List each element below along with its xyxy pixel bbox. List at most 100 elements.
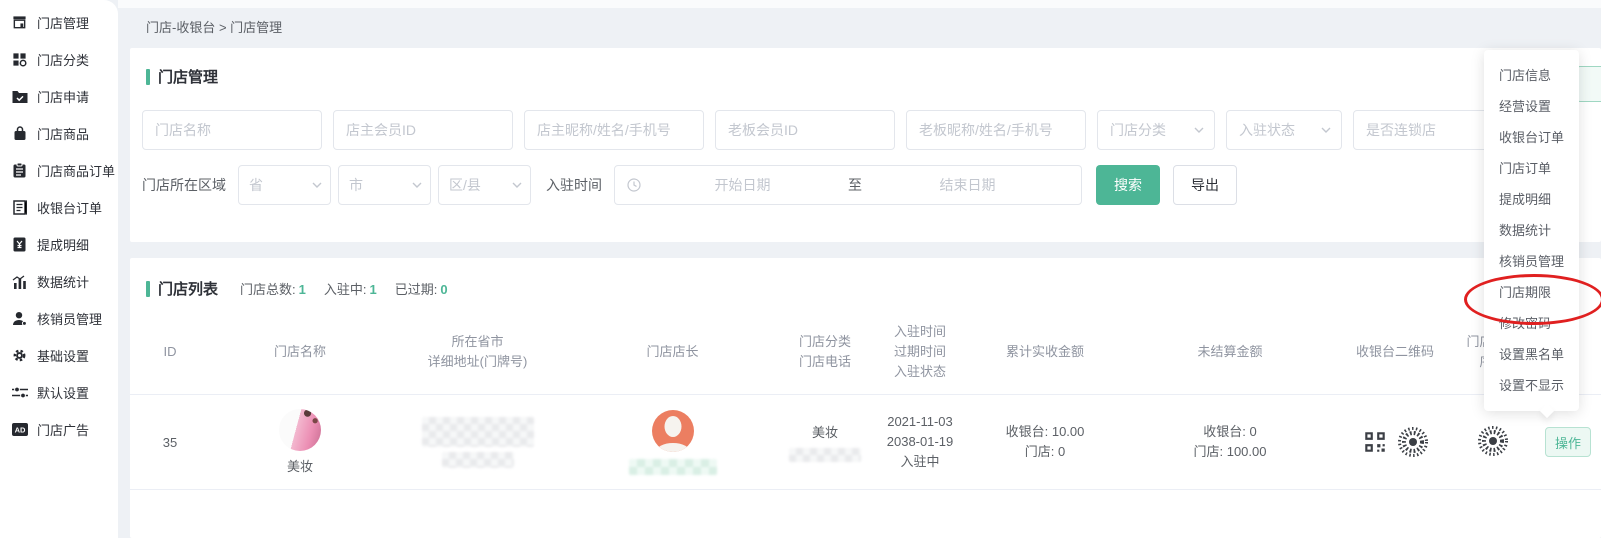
chevron-down-icon	[1194, 127, 1204, 133]
column-header-category: 门店分类 门店电话	[780, 310, 870, 395]
section-title-text: 门店列表	[158, 278, 218, 299]
sidebar-item-cashier-orders[interactable]: 收银台订单	[0, 189, 118, 226]
blurred-phone	[789, 448, 861, 462]
province-select[interactable]: 省	[238, 165, 331, 205]
top-strip	[118, 0, 1601, 8]
city-select[interactable]: 市	[338, 165, 431, 205]
export-button[interactable]: 导出	[1173, 165, 1237, 205]
cell-store-name: 美妆	[210, 395, 390, 490]
start-date-placeholder: 开始日期	[641, 175, 844, 195]
filter-row-2: 门店所在区域 省 市 区/县 入驻时间 开始日期 至	[142, 165, 1237, 205]
expire-time-text: 2038-01-19	[874, 432, 966, 452]
column-header-join-time: 入驻时间 过期时间 入驻状态	[870, 310, 970, 395]
district-select[interactable]: 区/县	[438, 165, 531, 205]
select-placeholder: 省	[249, 175, 263, 195]
search-button[interactable]: 搜索	[1096, 165, 1160, 205]
filter-panel: 门店管理 门店分类 入驻状态 是否连锁店	[130, 48, 1601, 242]
column-header-received: 累计实收金额	[970, 310, 1120, 395]
status-text: 入驻中	[874, 452, 966, 472]
menu-item-change-password[interactable]: 修改密码	[1484, 308, 1579, 339]
menu-item-cashier-orders[interactable]: 收银台订单	[1484, 122, 1579, 153]
join-time-text: 2021-11-03	[874, 412, 966, 432]
select-placeholder: 入驻状态	[1239, 120, 1295, 140]
add-store-button-partial[interactable]	[1576, 66, 1601, 102]
sidebar-item-commission-detail[interactable]: 提成明细	[0, 226, 118, 263]
sidebar-item-store-apply[interactable]: 门店申请	[0, 78, 118, 115]
sliders-icon	[11, 384, 28, 401]
settle-status-select[interactable]: 入驻状态	[1226, 110, 1342, 150]
menu-item-set-hidden[interactable]: 设置不显示	[1484, 370, 1579, 401]
menu-item-verifier-manage[interactable]: 核销员管理	[1484, 246, 1579, 277]
sidebar-item-label: 门店商品订单	[37, 161, 115, 180]
sidebar-item-label: 门店广告	[37, 420, 89, 439]
menu-item-data-stats[interactable]: 数据统计	[1484, 215, 1579, 246]
storefront-icon	[11, 14, 28, 31]
menu-item-store-term[interactable]: 门店期限	[1484, 277, 1579, 308]
select-placeholder: 区/县	[449, 175, 481, 195]
column-header-store-name: 门店名称	[210, 310, 390, 395]
menu-item-store-info[interactable]: 门店信息	[1484, 60, 1579, 91]
sidebar-item-label: 核销员管理	[37, 309, 102, 328]
sidebar-item-label: 门店申请	[37, 87, 89, 106]
store-avatar[interactable]	[279, 409, 321, 451]
sidebar-menu: 门店管理 门店分类 门店申请 门店商品 门店商品订单 收银台订单	[0, 0, 118, 448]
owner-nickname-input[interactable]	[524, 110, 704, 150]
sidebar-item-store-ads[interactable]: AD 门店广告	[0, 411, 118, 448]
cell-received: 收银台: 10.00 门店: 0	[970, 395, 1120, 490]
bar-chart-icon	[11, 273, 28, 290]
store-category-select[interactable]: 门店分类	[1097, 110, 1215, 150]
menu-item-commission-detail[interactable]: 提成明细	[1484, 184, 1579, 215]
user-icon	[11, 310, 28, 327]
clipboard-icon	[11, 162, 28, 179]
unsettled-cashier: 收银台: 0	[1124, 422, 1336, 442]
bag-icon	[11, 125, 28, 142]
row-actions-menu: 门店信息 经营设置 收银台订单 门店订单 提成明细 数据统计 核销员管理 门店期…	[1484, 50, 1579, 411]
menu-item-store-orders[interactable]: 门店订单	[1484, 153, 1579, 184]
sidebar-item-label: 收银台订单	[37, 198, 102, 217]
sidebar-item-data-stats[interactable]: 数据统计	[0, 263, 118, 300]
store-name-text: 美妆	[214, 456, 386, 475]
sidebar-item-label: 门店商品	[37, 124, 89, 143]
miniprogram-code-icon[interactable]	[1397, 426, 1429, 458]
region-label: 门店所在区域	[142, 175, 226, 195]
sidebar-item-store-goods-orders[interactable]: 门店商品订单	[0, 152, 118, 189]
join-time-label: 入驻时间	[546, 175, 602, 195]
main-content: 门店-收银台 > 门店管理 门店管理 门店分类 入驻状态	[130, 0, 1601, 538]
sidebar-item-label: 数据统计	[37, 272, 89, 291]
menu-item-business-settings[interactable]: 经营设置	[1484, 91, 1579, 122]
row-action-button[interactable]: 操作	[1545, 427, 1591, 457]
sidebar-item-default-settings[interactable]: 默认设置	[0, 374, 118, 411]
qr-code-icon[interactable]	[1362, 429, 1388, 455]
gear-icon	[11, 347, 28, 364]
column-header-address: 所在省市 详细地址(门牌号)	[390, 310, 565, 395]
end-date-placeholder: 结束日期	[866, 175, 1069, 195]
chevron-down-icon	[412, 182, 422, 188]
store-name-input[interactable]	[142, 110, 322, 150]
list-header: 门店列表 门店总数:1 入驻中:1 已过期:0	[146, 278, 448, 299]
boss-nickname-input[interactable]	[906, 110, 1086, 150]
sidebar-item-label: 基础设置	[37, 346, 89, 365]
date-range-input[interactable]: 开始日期 至 结束日期	[614, 165, 1082, 205]
sidebar-item-verifier-manage[interactable]: 核销员管理	[0, 300, 118, 337]
cell-category: 美妆	[780, 395, 870, 490]
stat-active: 入驻中:1	[324, 279, 377, 298]
miniprogram-code-icon[interactable]	[1477, 425, 1509, 457]
cell-unsettled: 收银台: 0 门店: 100.00	[1120, 395, 1340, 490]
manager-avatar[interactable]	[652, 410, 694, 452]
boss-member-id-input[interactable]	[715, 110, 895, 150]
store-stats: 门店总数:1 入驻中:1 已过期:0	[240, 279, 448, 298]
store-table: ID 门店名称 所在省市 详细地址(门牌号) 门店店长 门店分类 门店电话 入驻…	[130, 310, 1601, 490]
sidebar-item-store-goods[interactable]: 门店商品	[0, 115, 118, 152]
sidebar-item-basic-settings[interactable]: 基础设置	[0, 337, 118, 374]
column-header-unsettled: 未结算金额	[1120, 310, 1340, 395]
stat-expired: 已过期:0	[395, 279, 448, 298]
unsettled-store: 门店: 100.00	[1124, 442, 1336, 462]
sidebar-item-store-manage[interactable]: 门店管理	[0, 4, 118, 41]
column-header-manager: 门店店长	[565, 310, 780, 395]
menu-item-set-blacklist[interactable]: 设置黑名单	[1484, 339, 1579, 370]
sidebar-item-store-category[interactable]: 门店分类	[0, 41, 118, 78]
folder-check-icon	[11, 88, 28, 105]
date-separator: 至	[844, 175, 866, 195]
owner-member-id-input[interactable]	[333, 110, 513, 150]
green-bar	[146, 281, 150, 297]
